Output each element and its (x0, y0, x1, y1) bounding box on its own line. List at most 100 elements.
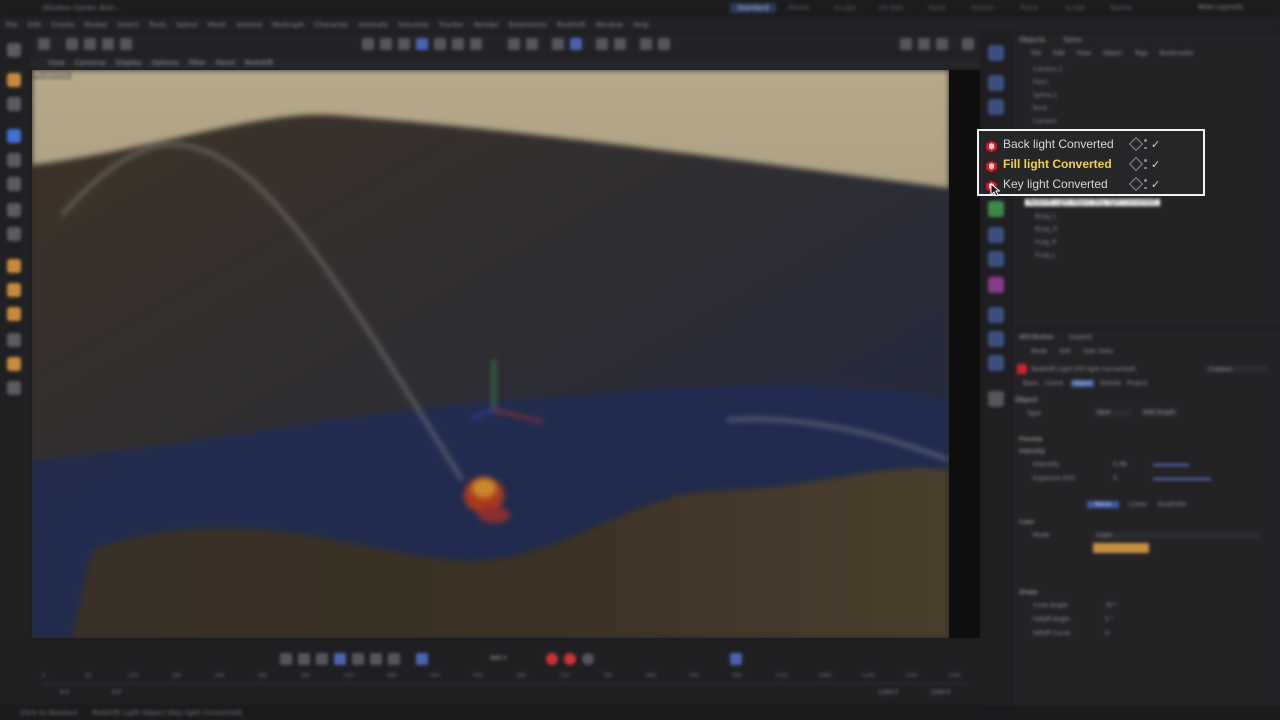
attr-tab-object[interactable]: Object (1070, 380, 1095, 387)
render-settings-icon[interactable] (398, 38, 410, 50)
layout-tab-sculpt[interactable]: Sculpt (822, 3, 868, 13)
timeline-mode-icon[interactable] (730, 653, 742, 665)
generator-icon[interactable] (988, 201, 1004, 217)
light-icon[interactable] (988, 355, 1004, 371)
group-preview[interactable]: Preview (1019, 436, 1042, 443)
layout-tab-uv-edit[interactable]: UV Edit (868, 3, 914, 13)
loop-icon[interactable] (416, 653, 428, 665)
object-row-fill-light[interactable]: Fill light Converted ✓ (985, 155, 1199, 173)
ipr-icon[interactable] (658, 38, 670, 50)
tab-takes[interactable]: Takes (1063, 36, 1082, 44)
falloff-curve-value[interactable]: 0 (1105, 630, 1109, 637)
display-icon[interactable] (596, 38, 608, 50)
vp-menu-cameras[interactable]: Cameras (75, 59, 106, 67)
menu-tools[interactable]: Tools (149, 21, 166, 29)
menu-mesh[interactable]: Mesh (208, 21, 226, 29)
attr-menu-mode[interactable]: Mode (1031, 348, 1047, 355)
viewport[interactable] (32, 70, 949, 638)
exposure-slider[interactable] (1153, 478, 1211, 480)
record-icon[interactable] (546, 653, 558, 665)
color-mode-dropdown[interactable]: Color (1093, 532, 1261, 539)
menu-help[interactable]: Help (633, 21, 649, 29)
redshift-icon[interactable] (640, 38, 652, 50)
axis-z-icon[interactable] (102, 38, 114, 50)
menu-modes[interactable]: Modes (85, 21, 108, 29)
falloff-angle-value[interactable]: 5 ° (1105, 616, 1114, 623)
render-icon[interactable] (380, 38, 392, 50)
layout-single-icon[interactable] (900, 38, 912, 50)
exposure-value[interactable]: 0 (1113, 475, 1117, 482)
layout-tab-standard[interactable]: Standard (730, 3, 776, 13)
autokey-icon[interactable] (564, 653, 576, 665)
add-graph-button[interactable]: Add Graph (1139, 409, 1179, 416)
attr-tab-coord[interactable]: Coord. (1045, 380, 1065, 387)
tab-attributes[interactable]: Attributes (1019, 333, 1054, 341)
lock-icon[interactable] (508, 38, 520, 50)
intensity-slider[interactable] (1153, 464, 1189, 466)
layout-tab-script[interactable]: Script (1052, 3, 1098, 13)
menu-redshift[interactable]: Redshift (557, 21, 585, 29)
object-row[interactable]: Floor (1033, 79, 1048, 86)
new-layouts-button[interactable]: New Layouts (1198, 3, 1243, 11)
transform-icon[interactable] (7, 203, 21, 217)
menu-create[interactable]: Create (51, 21, 74, 29)
timeline-ruler[interactable]: 0 60 120 180 240 300 360 420 480 540 600 660 720 780 8… (42, 673, 968, 684)
light-type-dropdown[interactable]: Spot (1093, 409, 1131, 416)
tab-objects[interactable]: Objects (1019, 36, 1045, 44)
vp-menu-options[interactable]: Options (152, 59, 179, 67)
object-manager-icon[interactable] (988, 45, 1004, 61)
timeline[interactable]: 960 F 0 60 120 180 240 300 360 420 480 540 600 660 7… (30, 645, 980, 705)
next-frame-icon[interactable] (370, 653, 382, 665)
layer-icon[interactable] (1128, 176, 1144, 192)
layout-tab-model[interactable]: Model (776, 3, 822, 13)
axis-y-icon[interactable] (84, 38, 96, 50)
menu-mograph[interactable]: MoGraph (272, 21, 304, 29)
layout-tab-track[interactable]: Track (1006, 3, 1052, 13)
enabled-check-icon[interactable]: ✓ (1151, 138, 1160, 151)
go-end-icon[interactable] (388, 653, 400, 665)
vp-menu-panel[interactable]: Panel (216, 59, 235, 67)
select-icon[interactable] (7, 97, 21, 111)
decay-linear-option[interactable]: Linear (1129, 501, 1148, 508)
polygon-pen-icon[interactable] (7, 307, 21, 321)
vp-menu-view[interactable]: View (48, 59, 65, 67)
rotate-icon[interactable] (7, 153, 21, 167)
vp-menu-filter[interactable]: Filter (189, 59, 206, 67)
object-row[interactable]: BLeg_R (1035, 226, 1057, 233)
placement-icon[interactable] (7, 227, 21, 241)
object-row[interactable]: Rock (1033, 105, 1047, 112)
visibility-dots-icon[interactable] (1144, 159, 1148, 169)
group-intensity[interactable]: Intensity (1019, 448, 1045, 455)
enabled-check-icon[interactable]: ✓ (1151, 178, 1160, 191)
intensity-value[interactable]: 0.08 (1113, 461, 1126, 468)
object-row[interactable]: Camera (1033, 118, 1057, 125)
layout-tab-paint[interactable]: Paint (914, 3, 960, 13)
object-row[interactable]: FLeg_R (1035, 239, 1056, 246)
grid-icon[interactable] (552, 38, 564, 50)
menu-window[interactable]: Window (595, 21, 623, 29)
attr-preset-dropdown[interactable]: Custom (1205, 366, 1267, 373)
move-icon[interactable] (7, 129, 21, 143)
scene-icon[interactable] (988, 307, 1004, 323)
knife-icon[interactable] (7, 283, 21, 297)
snap-icon[interactable] (526, 38, 538, 50)
workplane-icon[interactable] (570, 38, 582, 50)
tab-layers[interactable]: Layers (1069, 333, 1092, 341)
pen-icon[interactable] (988, 391, 1004, 407)
cone-angle-value[interactable]: 30 ° (1105, 602, 1118, 609)
mograph-icon[interactable] (988, 277, 1004, 293)
layout-tab-groom[interactable]: Groom (960, 3, 1006, 13)
visibility-dots-icon[interactable] (1144, 179, 1148, 189)
layer-icon[interactable] (1128, 136, 1144, 152)
settings-icon[interactable] (962, 38, 974, 50)
decay-none-option[interactable]: None (1087, 501, 1119, 508)
menu-volume[interactable]: Volume (236, 21, 262, 29)
current-frame-field[interactable]: 960 F (490, 655, 507, 662)
vp-menu-redshift[interactable]: Redshift (245, 59, 273, 67)
menu-spline[interactable]: Spline (176, 21, 198, 29)
menu-animate[interactable]: Animate (359, 21, 388, 29)
go-start-icon[interactable] (280, 653, 292, 665)
object-row-back-light[interactable]: Back light Converted ✓ (985, 135, 1199, 153)
attr-menu-user-data[interactable]: User Data (1083, 348, 1113, 355)
search-icon[interactable] (7, 43, 21, 57)
